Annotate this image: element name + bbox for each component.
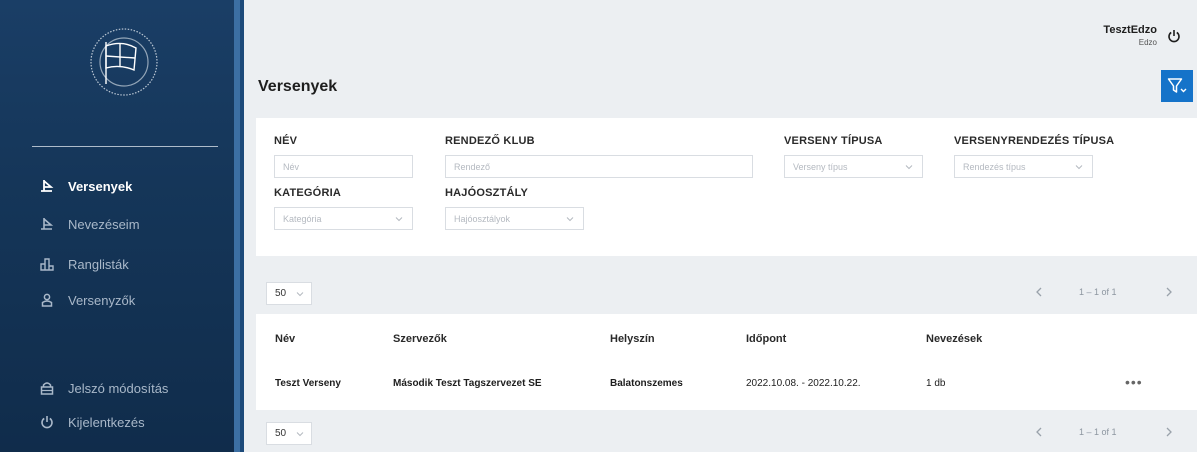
lock-icon: [40, 381, 54, 395]
entries-cell: 1 db: [926, 378, 946, 389]
sidebar-item-versenyzok[interactable]: Versenyzők: [40, 289, 135, 311]
boat-class-placeholder: Hajóosztályok: [454, 213, 511, 224]
column-header-nevezesek: Nevezések: [926, 333, 983, 345]
federation-logo: [90, 28, 158, 96]
user-name: TesztEdzo: [1103, 24, 1157, 36]
race-type-filter-label: VERSENY TÍPUSA: [784, 135, 883, 147]
organizer-cell: Második Teszt Tagszervezet SE: [393, 378, 542, 389]
chevron-down-icon: [566, 217, 574, 222]
sidebar-item-jelszo-modositas[interactable]: Jelszó módosítás: [40, 377, 168, 399]
sidebar-item-label: Jelszó módosítás: [68, 380, 169, 396]
filter-panel: NÉV Név RENDEZŐ KLUB Rendező VERSENY TÍP…: [256, 118, 1197, 256]
date-cell: 2022.10.08. - 2022.10.22.: [746, 378, 861, 389]
sidebar-item-label: Nevezéseim: [68, 216, 140, 232]
user-role: Edzo: [1138, 38, 1157, 47]
category-select[interactable]: Kategória: [274, 207, 413, 230]
pagination-range: 1 – 1 of 1: [1079, 427, 1117, 437]
club-filter-placeholder: Rendező: [454, 161, 491, 172]
race-type-placeholder: Verseny típus: [793, 161, 848, 172]
name-filter-placeholder: Név: [283, 161, 300, 172]
sidebar-item-label: Kijelentkezés: [68, 414, 145, 430]
person-icon: [40, 293, 54, 307]
sidebar-item-versenyek[interactable]: Versenyek: [40, 175, 132, 197]
pagination-bottom: 50 1 – 1 of 1: [256, 410, 1197, 452]
row-actions-menu-icon[interactable]: •••: [1125, 374, 1143, 390]
user-info: TesztEdzo Edzo: [1103, 24, 1157, 47]
page-size-select[interactable]: 50: [266, 422, 312, 445]
chevron-down-icon: [905, 165, 913, 170]
podium-icon: [40, 257, 54, 271]
previous-page-icon[interactable]: [1032, 285, 1046, 299]
page-size-value: 50: [275, 428, 287, 439]
next-page-icon[interactable]: [1162, 285, 1176, 299]
category-filter-label: KATEGÓRIA: [274, 187, 341, 199]
organizing-type-filter-label: VERSENYRENDEZÉS TÍPUSA: [954, 135, 1115, 147]
race-type-select[interactable]: Verseny típus: [784, 155, 923, 178]
name-filter-input[interactable]: Név: [274, 155, 413, 178]
column-header-idopont: Időpont: [746, 333, 787, 345]
organizing-type-select[interactable]: Rendezés típus: [954, 155, 1093, 178]
chevron-down-icon: [296, 432, 304, 437]
chevron-down-icon: [1075, 165, 1083, 170]
filter-toggle-button[interactable]: [1161, 70, 1193, 102]
sidebar-item-ranglistak[interactable]: Ranglisták: [40, 253, 129, 275]
sailboat-icon: [40, 217, 54, 231]
pagination-top: 50 1 – 1 of 1: [256, 270, 1197, 316]
organizing-type-placeholder: Rendezés típus: [963, 161, 1026, 172]
filter-icon: [1167, 78, 1187, 93]
club-filter-label: RENDEZŐ KLUB: [445, 135, 535, 147]
previous-page-icon[interactable]: [1032, 425, 1046, 439]
name-filter-label: NÉV: [274, 135, 298, 147]
race-name-cell[interactable]: Teszt Verseny: [275, 378, 341, 389]
logo-divider: [32, 146, 218, 147]
location-cell: Balatonszemes: [610, 378, 683, 389]
sidebar: Versenyek Nevezéseim Ranglisták Versenyz…: [0, 0, 240, 452]
page-title: Versenyek: [258, 78, 338, 95]
chevron-down-icon: [395, 217, 403, 222]
race-table: Név Szervezők Helyszín Időpont Nevezések…: [256, 314, 1197, 410]
chevron-down-icon: [296, 292, 304, 297]
column-header-nev: Név: [275, 333, 296, 345]
boat-class-filter-label: HAJÓOSZTÁLY: [445, 187, 529, 199]
page-size-value: 50: [275, 288, 287, 299]
page-size-select[interactable]: 50: [266, 282, 312, 305]
sidebar-item-label: Ranglisták: [68, 256, 129, 272]
boat-class-select[interactable]: Hajóosztályok: [445, 207, 584, 230]
column-header-szervezok: Szervezők: [393, 333, 447, 345]
sidebar-item-kijelentkezes[interactable]: Kijelentkezés: [40, 411, 145, 433]
logout-power-icon[interactable]: [1167, 29, 1181, 43]
club-filter-input[interactable]: Rendező: [445, 155, 753, 178]
power-icon: [40, 415, 54, 429]
next-page-icon[interactable]: [1162, 425, 1176, 439]
sidebar-item-label: Versenyek: [68, 178, 133, 194]
sidebar-item-label: Versenyzők: [68, 292, 136, 308]
category-placeholder: Kategória: [283, 213, 322, 224]
sailboat-icon: [40, 179, 54, 193]
main-content: Versenyek TesztEdzo Edzo NÉV Név RENDEZŐ…: [244, 0, 1197, 452]
column-header-helyszin: Helyszín: [610, 333, 655, 345]
sidebar-item-nevezeseim[interactable]: Nevezéseim: [40, 213, 140, 235]
header: Versenyek TesztEdzo Edzo: [244, 0, 1197, 108]
pagination-range: 1 – 1 of 1: [1079, 287, 1117, 297]
